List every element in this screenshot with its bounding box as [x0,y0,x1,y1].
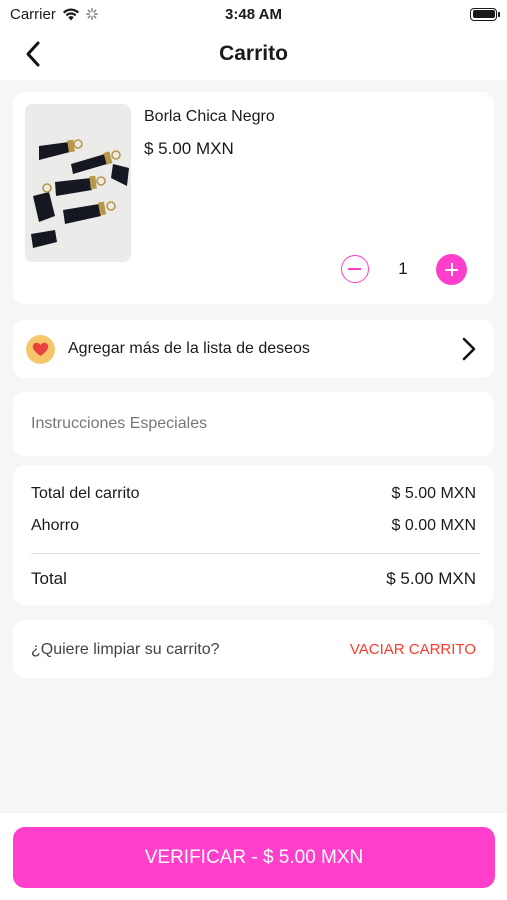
wishlist-label: Agregar más de la lista de deseos [68,340,310,357]
cart-total-value: $ 5.00 MXN [391,485,476,502]
chevron-right-icon [462,337,476,361]
clear-cart-question: ¿Quiere limpiar su carrito? [31,641,220,658]
quantity-value: 1 [398,259,408,278]
total-label: Total [31,569,67,588]
total-value: $ 5.00 MXN [386,569,476,588]
special-instructions-card [13,392,494,456]
grand-total-row: Total $ 5.00 MXN [31,569,476,589]
special-instructions-input[interactable] [31,412,471,436]
savings-label: Ahorro [31,517,80,534]
totals-card: Total del carrito $ 5.00 MXN Ahorro $ 0.… [13,465,494,605]
cart-total-row: Total del carrito $ 5.00 MXN [31,485,476,503]
product-name: Borla Chica Negro [144,108,275,125]
savings-value: $ 0.00 MXN [391,517,476,534]
battery-level [472,10,495,18]
totals-divider [31,553,480,554]
cart-item-card: Borla Chica Negro $ 5.00 MXN 1 [13,92,494,304]
navigation-bar: Carrito [0,28,507,80]
heart-icon [32,342,49,356]
cart-total-label: Total del carrito [31,485,140,502]
clear-cart-card: ¿Quiere limpiar su carrito? VACIAR CARRI… [13,620,494,678]
product-image [25,104,131,262]
page-title: Carrito [219,42,288,65]
status-bar: Carrier 3:48 AM [0,0,507,28]
add-from-wishlist-row[interactable]: Agregar más de la lista de deseos [13,320,494,378]
status-time: 3:48 AM [225,5,282,23]
increase-quantity-button[interactable] [436,254,467,285]
decrease-quantity-button[interactable] [341,255,369,283]
heart-badge [26,335,55,364]
tassels-photo [25,104,131,262]
back-button[interactable] [22,40,46,68]
battery-icon [470,7,500,21]
checkout-button[interactable]: VERIFICAR - $ 5.00 MXN [13,827,495,888]
product-price: $ 5.00 MXN [144,139,234,158]
clear-cart-button[interactable]: VACIAR CARRITO [350,641,476,658]
chevron-left-icon [26,41,40,67]
savings-row: Ahorro $ 0.00 MXN [31,517,476,535]
